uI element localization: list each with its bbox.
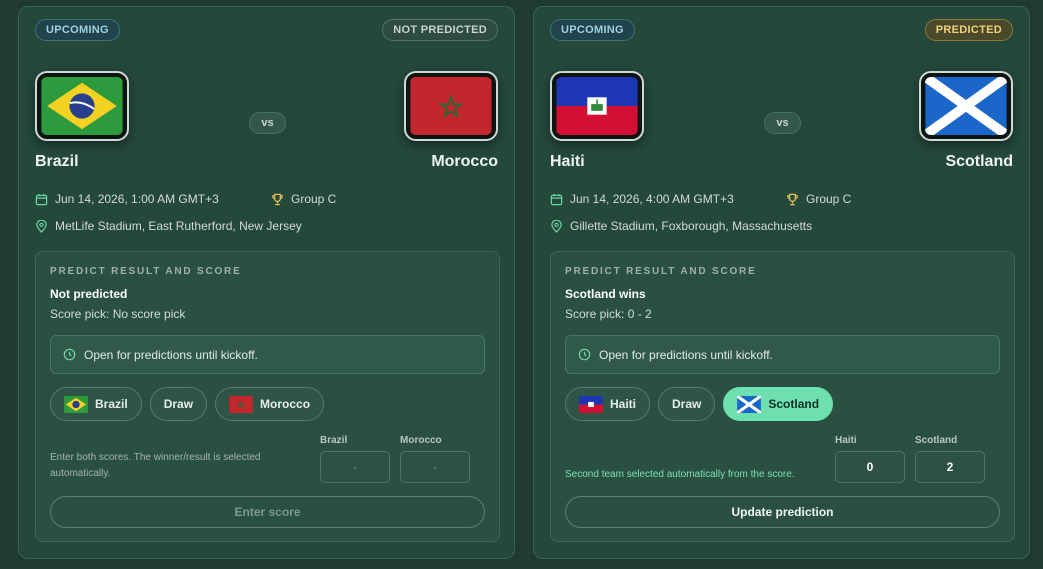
away-score-label: Scotland <box>915 435 958 446</box>
open-notice-text: Open for predictions until kickoff. <box>84 347 258 362</box>
home-score-label: Brazil <box>320 435 348 446</box>
choice-draw-label: Draw <box>163 397 194 411</box>
match-venue-text: Gillette Stadium, Foxborough, Massachuse… <box>570 219 813 233</box>
away-team-name: Morocco <box>431 153 498 170</box>
vs-label: vs <box>764 112 801 134</box>
match-date: Jun 14, 2026, 4:00 AM GMT+3 <box>550 192 734 206</box>
prediction-panel: PREDICT RESULT AND SCORE Not predicted S… <box>35 251 500 542</box>
match-venue: Gillette Stadium, Foxborough, Massachuse… <box>550 219 812 233</box>
upcoming-badge: UPCOMING <box>550 19 635 41</box>
location-pin-icon <box>551 219 562 233</box>
home-team-name: Brazil <box>35 153 79 170</box>
haiti-flag-icon <box>579 395 603 413</box>
away-score-input[interactable]: 2 <box>915 451 985 483</box>
score-helper-text: Enter both scores. The winner/result is … <box>50 452 261 479</box>
prediction-result: Not predicted <box>50 287 128 301</box>
location-pin-icon <box>36 219 47 233</box>
result-choices: Haiti Draw Scotland <box>565 387 834 421</box>
match-group: Group C <box>786 192 851 206</box>
away-team-flag <box>919 71 1013 141</box>
prediction-status-badge: PREDICTED <box>924 19 1013 41</box>
home-team-name: Haiti <box>550 153 585 170</box>
match-group-text: Group C <box>291 192 337 206</box>
scotland-flag-icon <box>737 395 762 413</box>
brazil-flag <box>41 77 123 135</box>
haiti-flag <box>556 77 638 135</box>
open-notice: Open for predictions until kickoff. <box>565 335 1000 374</box>
calendar-icon <box>550 193 563 205</box>
home-score-input[interactable]: 0 <box>835 451 905 483</box>
prediction-result: Scotland wins <box>565 287 646 301</box>
enter-score-button[interactable]: Enter score <box>50 496 485 528</box>
prediction-status-badge: NOT PREDICTED <box>382 19 498 41</box>
choice-home-label: Haiti <box>610 397 637 411</box>
prediction-panel: PREDICT RESULT AND SCORE Scotland wins S… <box>550 251 1015 542</box>
morocco-flag-icon <box>229 395 253 413</box>
prediction-score-pick: Score pick: 0 - 2 <box>565 307 652 321</box>
vs-label: vs <box>249 112 286 134</box>
clock-icon <box>63 348 76 361</box>
brazil-flag-icon <box>64 395 88 413</box>
match-venue: MetLife Stadium, East Rutherford, New Je… <box>35 219 302 233</box>
match-group-text: Group C <box>806 192 852 206</box>
open-notice: Open for predictions until kickoff. <box>50 335 485 374</box>
home-score-label: Haiti <box>835 435 857 446</box>
choice-draw-label: Draw <box>672 397 702 411</box>
result-choices: Brazil Draw Morocco <box>50 387 325 421</box>
match-card: UPCOMING NOT PREDICTED vs Brazil Morocco… <box>18 6 515 559</box>
choice-away-label: Scotland <box>768 397 820 411</box>
open-notice-text: Open for predictions until kickoff. <box>599 347 773 362</box>
away-score-input[interactable]: - <box>400 451 470 483</box>
choice-home-win-button[interactable]: Brazil <box>50 387 142 421</box>
choice-away-win-button[interactable]: Morocco <box>215 387 325 421</box>
home-team-flag <box>35 71 129 141</box>
away-score-label: Morocco <box>400 435 442 446</box>
choice-draw-button[interactable]: Draw <box>149 387 208 421</box>
choice-away-win-button[interactable]: Scotland <box>723 387 834 421</box>
choice-away-label: Morocco <box>260 397 311 411</box>
upcoming-badge: UPCOMING <box>35 19 120 41</box>
match-date-text: Jun 14, 2026, 1:00 AM GMT+3 <box>55 192 219 206</box>
calendar-icon <box>35 193 48 205</box>
prediction-heading: PREDICT RESULT AND SCORE <box>50 266 242 277</box>
choice-draw-button[interactable]: Draw <box>658 387 716 421</box>
update-prediction-button[interactable]: Update prediction <box>565 496 1000 528</box>
home-team-flag <box>550 71 644 141</box>
choice-home-label: Brazil <box>95 397 128 411</box>
match-venue-text: MetLife Stadium, East Rutherford, New Je… <box>55 219 302 233</box>
match-card: UPCOMING PREDICTED vs Haiti Scotland Jun… <box>533 6 1030 559</box>
prediction-score-pick: Score pick: No score pick <box>50 307 186 321</box>
morocco-flag <box>410 77 492 135</box>
match-group: Group C <box>271 192 336 206</box>
match-date: Jun 14, 2026, 1:00 AM GMT+3 <box>35 192 219 206</box>
match-date-text: Jun 14, 2026, 4:00 AM GMT+3 <box>570 192 734 206</box>
away-team-name: Scotland <box>945 153 1013 170</box>
scotland-flag <box>925 77 1007 135</box>
away-team-flag <box>404 71 498 141</box>
score-helper-text: Second team selected automatically from … <box>565 469 795 480</box>
trophy-icon <box>787 193 798 205</box>
trophy-icon <box>272 193 283 205</box>
home-score-input[interactable]: - <box>320 451 390 483</box>
clock-icon <box>578 348 591 361</box>
prediction-heading: PREDICT RESULT AND SCORE <box>565 266 757 277</box>
choice-home-win-button[interactable]: Haiti <box>565 387 651 421</box>
